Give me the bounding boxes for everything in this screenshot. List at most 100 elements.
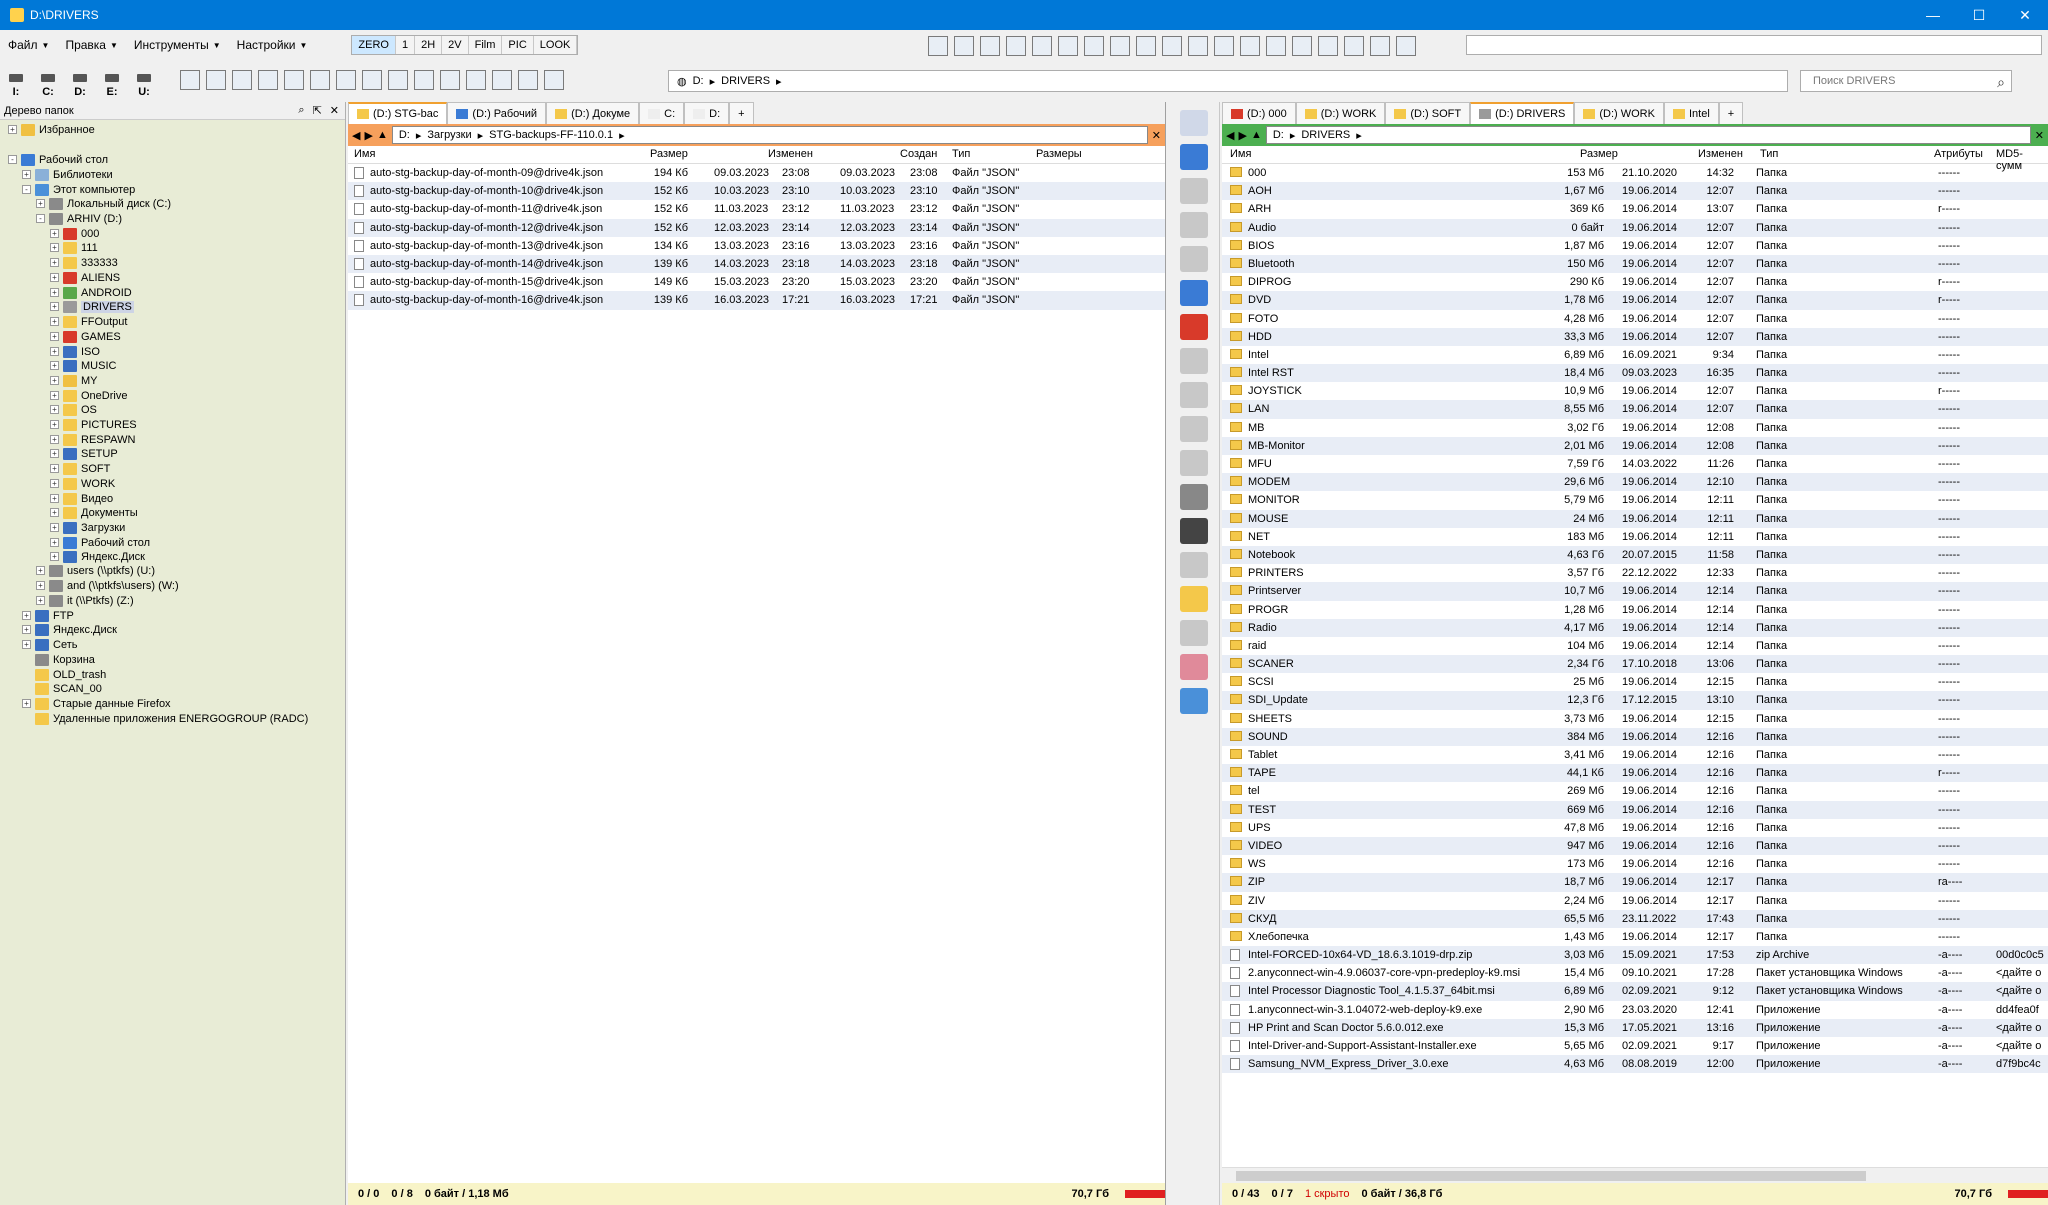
expand-icon[interactable]: + (22, 625, 31, 634)
expand-icon[interactable]: + (22, 611, 31, 620)
tab[interactable]: (D:) WORK (1295, 102, 1386, 124)
table-row[interactable]: TAPE 44,1 Кб 19.06.2014 12:16 Папка r----- (1222, 764, 2048, 783)
table-row[interactable]: auto-stg-backup-day-of-month-16@drive4k.… (348, 291, 1165, 310)
table-row[interactable]: Printserver 10,7 Мб 19.06.2014 12:14 Папка --… (1222, 582, 2048, 601)
table-row[interactable]: HDD 33,3 Мб 19.06.2014 12:07 Папка ------ (1222, 327, 2048, 346)
expand-icon[interactable]: + (50, 435, 59, 444)
rename-icon[interactable] (1180, 450, 1208, 476)
layout-icon[interactable] (1032, 36, 1052, 56)
eye-icon[interactable] (1180, 518, 1208, 544)
expand-icon[interactable]: + (50, 361, 59, 370)
tab[interactable]: (D:) WORK (1574, 102, 1664, 124)
search-icon[interactable] (310, 70, 330, 90)
expand-icon[interactable]: + (50, 376, 59, 385)
col-attributes[interactable]: Атрибуты (1934, 148, 1983, 160)
tools-icon[interactable] (1370, 36, 1390, 56)
new-tab-button[interactable]: + (1718, 102, 1744, 124)
layout-icon[interactable] (954, 36, 974, 56)
refresh-icon[interactable] (1180, 144, 1208, 170)
collapse-icon[interactable]: - (22, 185, 31, 194)
table-row[interactable]: TEST 669 Мб 19.06.2014 12:16 Папка ------ (1222, 800, 2048, 819)
network-icon[interactable] (1318, 36, 1338, 56)
table-row[interactable]: Radio 4,17 Мб 19.06.2014 12:14 Папка ------ (1222, 618, 2048, 637)
table-row[interactable]: MB 3,02 Гб 19.06.2014 12:08 Папка ------ (1222, 419, 2048, 437)
table-row[interactable]: Intel RST 18,4 Мб 09.03.2023 16:35 Папка ----… (1222, 364, 2048, 383)
right-breadcrumb[interactable]: D: ▸ DRIVERS ▸ (1265, 126, 2031, 144)
menu-edit[interactable]: Правка ▼ (57, 38, 125, 52)
expand-icon[interactable]: + (50, 538, 59, 547)
table-row[interactable]: MONITOR 5,79 Мб 19.06.2014 12:11 Папка ------ (1222, 491, 2048, 509)
table-row[interactable]: Хлебопечка 1,43 Мб 19.06.2014 12:17 Папка ---… (1222, 928, 2048, 946)
drive-c-button[interactable]: C: (32, 62, 64, 98)
copy-icon[interactable] (206, 70, 226, 90)
expand-icon[interactable]: + (50, 317, 59, 326)
table-row[interactable]: PRINTERS 3,57 Гб 22.12.2022 12:33 Папка -----… (1222, 564, 2048, 582)
mode-look-button[interactable]: LOOK (533, 36, 578, 54)
tab[interactable]: Intel (1663, 102, 1719, 124)
folder-icon[interactable] (1110, 36, 1130, 56)
col-name[interactable]: Имя (1230, 148, 1251, 160)
expand-icon[interactable]: + (22, 170, 31, 179)
table-row[interactable]: Intel Processor Diagnostic Tool_4.1.5.37… (1222, 982, 2048, 1001)
table-row[interactable]: 000 153 Мб 21.10.2020 14:32 Папка ------ (1222, 164, 2048, 182)
table-row[interactable]: MFU 7,59 Гб 14.03.2022 11:26 Папка ------ (1222, 455, 2048, 473)
layout-icon[interactable] (928, 36, 948, 56)
expand-icon[interactable]: + (50, 332, 59, 341)
col-modified[interactable]: Изменен (768, 148, 813, 160)
mode-pic-button[interactable]: PIC (502, 36, 534, 54)
table-row[interactable]: auto-stg-backup-day-of-month-09@drive4k.… (348, 164, 1165, 182)
mode-2h-button[interactable]: 2H (415, 36, 443, 54)
drive-d-button[interactable]: D: (64, 62, 96, 98)
table-row[interactable]: auto-stg-backup-day-of-month-14@drive4k.… (348, 254, 1165, 274)
clipboard-icon[interactable] (1180, 246, 1208, 272)
drive-u-button[interactable]: U: (128, 62, 160, 98)
table-row[interactable]: SOUND 384 Мб 19.06.2014 12:16 Папка ------ (1222, 727, 2048, 746)
expand-icon[interactable]: + (36, 199, 45, 208)
table-row[interactable]: UPS 47,8 Мб 19.06.2014 12:16 Папка ------ (1222, 819, 2048, 837)
search-icon[interactable]: ⌕ (298, 104, 304, 117)
move-icon[interactable] (232, 70, 252, 90)
horizontal-scrollbar[interactable] (1222, 1167, 2048, 1183)
col-type[interactable]: Тип (952, 148, 970, 160)
paste-icon[interactable] (1180, 212, 1208, 238)
up-folder-icon[interactable] (492, 70, 512, 90)
settings-icon[interactable] (1292, 36, 1312, 56)
expand-icon[interactable]: + (50, 273, 59, 282)
col-dimensions[interactable]: Размеры (1036, 148, 1082, 160)
breadcrumb[interactable]: D: (693, 75, 704, 87)
menu-file[interactable]: Файл ▼ (0, 38, 57, 52)
back-icon[interactable]: ◀ (352, 129, 360, 142)
search-input[interactable]: Поиск DRIVERS ⌕ (1800, 70, 2012, 92)
layout-icon[interactable] (1084, 36, 1104, 56)
close-icon[interactable]: ✕ (1152, 129, 1161, 142)
table-row[interactable]: VIDEO 947 Мб 19.06.2014 12:16 Папка ------ (1222, 836, 2048, 856)
help-icon[interactable] (1396, 36, 1416, 56)
table-row[interactable]: Intel-Driver-and-Support-Assistant-Insta… (1222, 1037, 2048, 1055)
forward-icon[interactable] (466, 70, 486, 90)
tab[interactable]: C: (639, 102, 685, 124)
copy-icon[interactable] (1180, 348, 1208, 374)
table-row[interactable]: WS 173 Мб 19.06.2014 12:16 Папка ------ (1222, 855, 2048, 873)
table-row[interactable]: Intel-FORCED-10x64-VD_18.6.3.1019-drp.zi… (1222, 946, 2048, 965)
minimize-button[interactable]: — (1910, 0, 1956, 30)
edit-icon[interactable] (1188, 36, 1208, 56)
col-name[interactable]: Имя (354, 148, 375, 160)
globe-icon[interactable] (1344, 36, 1364, 56)
mode-film-button[interactable]: Film (468, 36, 503, 54)
compare-icon[interactable] (258, 70, 278, 90)
terminal-icon[interactable] (1266, 36, 1286, 56)
table-row[interactable]: MOUSE 24 Мб 19.06.2014 12:11 Папка ------ (1222, 509, 2048, 528)
eye-icon[interactable] (362, 70, 382, 90)
table-row[interactable]: Notebook 4,63 Гб 20.07.2015 11:58 Папка -----… (1222, 545, 2048, 565)
tree-node[interactable]: Удаленные приложения ENERGOGROUP (RADC) (22, 709, 308, 728)
col-created[interactable]: Создан (900, 148, 937, 160)
layout-icon[interactable] (1058, 36, 1078, 56)
filter-icon[interactable] (1214, 36, 1234, 56)
table-row[interactable]: DVD 1,78 Мб 19.06.2014 12:07 Папка r----- (1222, 291, 2048, 310)
tree-toggle-icon[interactable] (180, 70, 200, 90)
tab[interactable]: (D:) SOFT (1385, 102, 1471, 124)
layout-icon[interactable] (980, 36, 1000, 56)
table-row[interactable]: ZIV 2,24 Мб 19.06.2014 12:17 Папка ------ (1222, 892, 2048, 910)
expand-icon[interactable]: + (50, 405, 59, 414)
col-size[interactable]: Размер (650, 148, 688, 160)
